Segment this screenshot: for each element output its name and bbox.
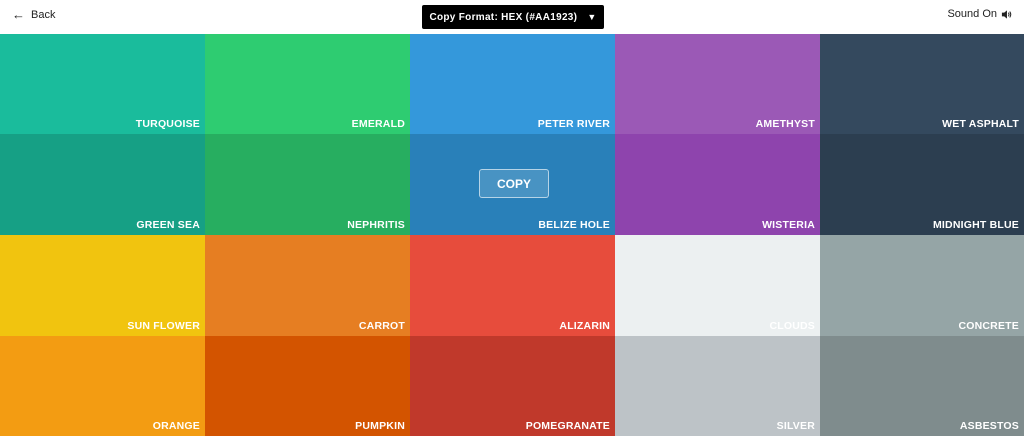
swatch-turquoise[interactable]: TURQUOISE: [0, 34, 205, 134]
speaker-icon: [1001, 9, 1012, 19]
swatch-pomegranate[interactable]: POMEGRANATE: [410, 336, 615, 436]
swatch-amethyst[interactable]: AMETHYST: [615, 34, 820, 134]
back-label: Back: [31, 8, 56, 21]
swatch-emerald[interactable]: EMERALD: [205, 34, 410, 134]
swatch-pumpkin[interactable]: PUMPKIN: [205, 336, 410, 436]
swatch-name: WISTERIA: [762, 219, 815, 231]
copy-format-label: Copy Format: HEX (#AA1923): [429, 11, 578, 23]
swatch-name: AMETHYST: [755, 118, 815, 130]
swatch-green-sea[interactable]: GREEN SEA: [0, 134, 205, 235]
swatch-asbestos[interactable]: ASBESTOS: [820, 336, 1024, 436]
swatch-concrete[interactable]: CONCRETE: [820, 235, 1024, 336]
sound-label: Sound On: [947, 8, 997, 20]
swatch-name: MIDNIGHT BLUE: [932, 219, 1019, 231]
swatch-wet-asphalt[interactable]: WET ASPHALT: [820, 34, 1024, 134]
swatch-belize-hole[interactable]: COPY BELIZE HOLE: [410, 134, 615, 235]
sound-toggle[interactable]: Sound On: [947, 8, 1012, 20]
swatch-carrot[interactable]: CARROT: [205, 235, 410, 336]
copy-button[interactable]: COPY: [479, 169, 549, 198]
arrow-left-icon: ←: [12, 7, 25, 22]
swatch-name: GREEN SEA: [136, 219, 200, 231]
swatch-clouds[interactable]: CLOUDS: [615, 235, 820, 336]
color-palette-grid: TURQUOISE EMERALD PETER RIVER AMETHYST W…: [0, 34, 1024, 436]
swatch-name: POMEGRANATE: [525, 420, 610, 432]
swatch-sun-flower[interactable]: SUN FLOWER: [0, 235, 205, 336]
swatch-name: CLOUDS: [769, 320, 815, 332]
swatch-peter-river[interactable]: PETER RIVER: [410, 34, 615, 134]
swatch-nephritis[interactable]: NEPHRITIS: [205, 134, 410, 235]
swatch-name: PETER RIVER: [537, 118, 610, 130]
swatch-name: SUN FLOWER: [127, 320, 200, 332]
swatch-name: CARROT: [358, 320, 405, 332]
swatch-alizarin[interactable]: ALIZARIN: [410, 235, 615, 336]
swatch-name: WET ASPHALT: [942, 118, 1019, 130]
swatch-orange[interactable]: ORANGE: [0, 336, 205, 436]
caret-down-icon: ▼: [587, 12, 597, 22]
top-bar: ← Back Copy Format: HEX (#AA1923) ▼ Soun…: [0, 0, 1024, 34]
copy-format-select[interactable]: Copy Format: HEX (#AA1923) ▼: [422, 5, 604, 29]
swatch-name: SILVER: [776, 420, 815, 432]
back-button[interactable]: ← Back: [12, 8, 55, 21]
swatch-name: CONCRETE: [958, 320, 1019, 332]
swatch-name: TURQUOISE: [135, 118, 200, 130]
swatch-name: BELIZE HOLE: [538, 219, 610, 231]
swatch-silver[interactable]: SILVER: [615, 336, 820, 436]
swatch-name: ASBESTOS: [959, 420, 1019, 432]
swatch-name: NEPHRITIS: [347, 219, 405, 231]
swatch-name: PUMPKIN: [355, 420, 405, 432]
swatch-name: ORANGE: [152, 420, 200, 432]
swatch-wisteria[interactable]: WISTERIA: [615, 134, 820, 235]
swatch-midnight-blue[interactable]: MIDNIGHT BLUE: [820, 134, 1024, 235]
swatch-name: ALIZARIN: [559, 320, 610, 332]
swatch-name: EMERALD: [351, 118, 405, 130]
